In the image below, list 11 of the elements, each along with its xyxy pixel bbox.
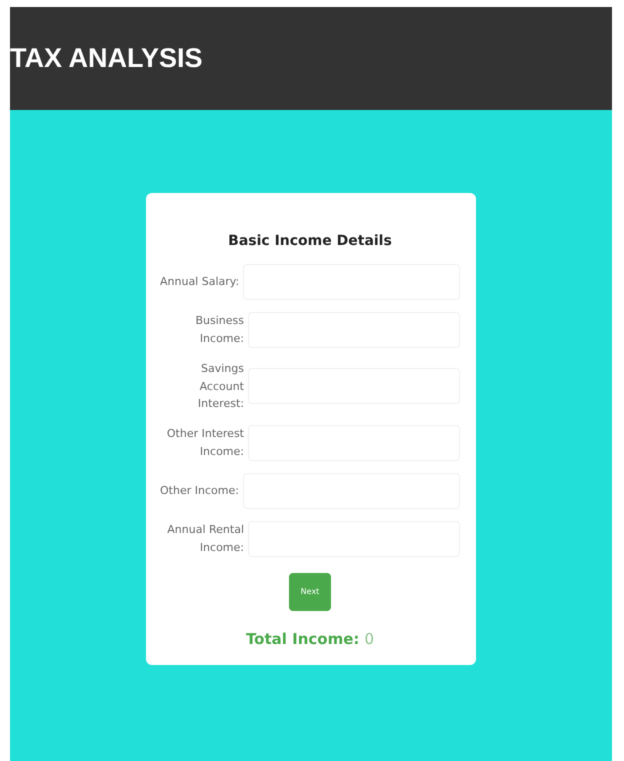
field-label: Savings Account Interest:	[196, 361, 244, 412]
field-label: Annual Rental Income:	[166, 522, 244, 556]
field-label: Business Income:	[194, 313, 244, 347]
app-title: TAX ANALYSIS	[10, 42, 203, 75]
total-label: Total Income:	[246, 630, 360, 648]
next-button[interactable]: Next	[289, 572, 331, 611]
form-title: Basic Income Details	[227, 232, 393, 251]
total-value: 0	[364, 630, 374, 648]
field-label: Other Income:	[160, 482, 239, 499]
field-label: Annual Salary:	[160, 274, 240, 290]
field-label: Other Interest Income:	[166, 426, 244, 460]
